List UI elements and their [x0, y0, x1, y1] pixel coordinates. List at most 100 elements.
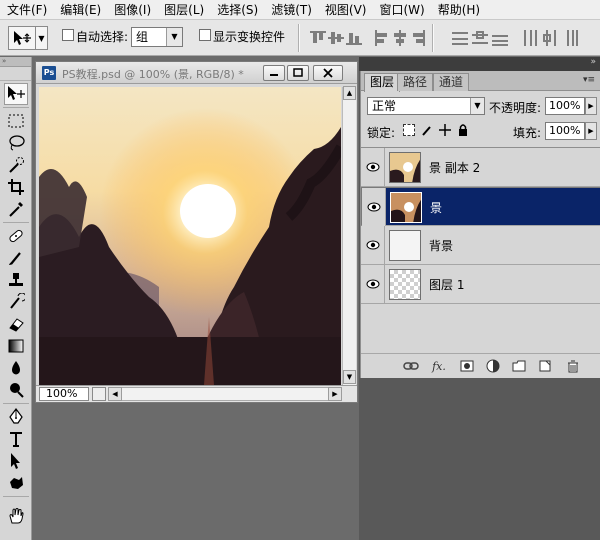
- align-vcenter-icon[interactable]: [328, 30, 344, 46]
- separator: [432, 24, 434, 52]
- dodge-tool-icon[interactable]: [4, 379, 28, 401]
- lock-all-icon[interactable]: [457, 124, 469, 136]
- distribute-top-icon[interactable]: [452, 30, 468, 46]
- distribute-hcenter-icon[interactable]: [542, 30, 558, 46]
- eyedropper-tool-icon[interactable]: [4, 198, 28, 220]
- image-canvas[interactable]: [39, 87, 341, 385]
- distribute-bottom-icon[interactable]: [492, 30, 508, 46]
- blend-mode-dropdown[interactable]: 正常 ▼: [367, 97, 485, 115]
- pen-tool-icon[interactable]: [4, 406, 28, 428]
- eye-icon[interactable]: [361, 148, 385, 186]
- lasso-tool-icon[interactable]: [4, 132, 28, 154]
- layer-thumbnail: [390, 192, 422, 223]
- marquee-tool-icon[interactable]: [4, 110, 28, 132]
- fill-input[interactable]: 100%: [545, 122, 585, 140]
- menu-image[interactable]: 图像(I): [107, 0, 157, 20]
- new-group-icon[interactable]: [511, 359, 527, 373]
- hand-tool-icon[interactable]: [4, 505, 28, 527]
- zoom-field[interactable]: 100%: [39, 387, 89, 401]
- layer-list: 景 副本 2 景 背景 图层 1: [361, 147, 600, 347]
- restore-button[interactable]: [287, 65, 309, 81]
- layer-row[interactable]: 图层 1: [361, 265, 600, 304]
- layer-row-selected[interactable]: 景: [361, 187, 600, 226]
- layer-name: 景: [430, 201, 443, 215]
- history-brush-tool-icon[interactable]: [4, 291, 28, 313]
- crop-tool-icon[interactable]: [4, 176, 28, 198]
- tab-channels[interactable]: 通道: [433, 73, 470, 91]
- lock-position-icon[interactable]: [439, 124, 451, 136]
- shape-tool-icon[interactable]: [4, 472, 28, 494]
- panel-menu-icon[interactable]: ▾≡: [583, 75, 597, 87]
- quick-select-tool-icon[interactable]: [4, 154, 28, 176]
- menu-view[interactable]: 视图(V): [318, 0, 373, 20]
- opacity-slider-button[interactable]: ▶: [585, 97, 597, 115]
- new-layer-icon[interactable]: [537, 359, 553, 373]
- menu-select[interactable]: 选择(S): [210, 0, 264, 20]
- path-select-tool-icon[interactable]: [4, 450, 28, 472]
- brush-tool-icon[interactable]: [4, 247, 28, 269]
- menu-filter[interactable]: 滤镜(T): [264, 0, 318, 20]
- layer-row[interactable]: 景 副本 2: [361, 148, 600, 187]
- layer-style-icon[interactable]: fx.: [431, 359, 447, 373]
- layer-mask-icon[interactable]: [459, 359, 475, 373]
- layer-name: 景 副本 2: [429, 161, 481, 175]
- auto-select-dropdown[interactable]: 组 ▼: [131, 27, 183, 47]
- adjustment-layer-icon[interactable]: [485, 359, 501, 373]
- align-bottom-icon[interactable]: [346, 30, 362, 46]
- panel-collapse-icon[interactable]: »: [590, 57, 596, 67]
- lock-pixels-icon[interactable]: [421, 124, 433, 136]
- healing-brush-tool-icon[interactable]: [4, 225, 28, 247]
- options-bar: ▼ 自动选择: 组 ▼ 显示变换控件: [0, 20, 600, 56]
- layer-row[interactable]: 背景: [361, 226, 600, 265]
- link-layers-icon[interactable]: [403, 359, 419, 373]
- close-button[interactable]: [313, 65, 343, 81]
- opacity-label: 不透明度:: [489, 101, 542, 115]
- delete-layer-icon[interactable]: [565, 359, 581, 373]
- type-tool-icon[interactable]: [4, 428, 28, 450]
- align-hcenter-icon[interactable]: [392, 30, 408, 46]
- layers-panel: 图层 路径 通道 ▾≡ 正常 ▼ 不透明度: 100% ▶ 锁定: 填充: 10…: [360, 71, 600, 378]
- photoshop-icon: Ps: [42, 66, 56, 80]
- lock-label: 锁定:: [367, 126, 396, 140]
- distribute-vcenter-icon[interactable]: [472, 30, 488, 46]
- tab-layers[interactable]: 图层: [364, 73, 401, 92]
- fill-slider-button[interactable]: ▶: [585, 122, 597, 140]
- menu-edit[interactable]: 编辑(E): [53, 0, 107, 20]
- gradient-tool-icon[interactable]: [4, 335, 28, 357]
- toolbox: »: [0, 57, 32, 540]
- status-info-icon[interactable]: [92, 387, 106, 401]
- eye-icon[interactable]: [361, 265, 385, 303]
- scroll-right-icon[interactable]: ▶: [328, 387, 342, 401]
- document-titlebar[interactable]: Ps PS教程.psd @ 100% (景, RGB/8) *: [36, 62, 357, 84]
- opacity-input[interactable]: 100%: [545, 97, 585, 115]
- blur-tool-icon[interactable]: [4, 357, 28, 379]
- toolbox-collapse-icon[interactable]: »: [0, 57, 31, 67]
- horizontal-scrollbar[interactable]: ◀ ▶: [108, 387, 342, 401]
- distribute-left-icon[interactable]: [522, 30, 538, 46]
- clone-stamp-tool-icon[interactable]: [4, 269, 28, 291]
- show-transform-checkbox[interactable]: [199, 29, 211, 41]
- scroll-down-icon[interactable]: ▼: [343, 370, 356, 384]
- align-left-icon[interactable]: [374, 30, 390, 46]
- eraser-tool-icon[interactable]: [4, 313, 28, 335]
- align-right-icon[interactable]: [410, 30, 426, 46]
- align-top-icon[interactable]: [310, 30, 326, 46]
- scroll-up-icon[interactable]: ▲: [343, 86, 356, 100]
- chevron-down-icon: ▼: [35, 27, 47, 49]
- menu-file[interactable]: 文件(F): [0, 0, 53, 20]
- eye-icon[interactable]: [361, 226, 385, 264]
- eye-icon[interactable]: [362, 188, 386, 226]
- distribute-right-icon[interactable]: [562, 30, 578, 46]
- move-tool-icon[interactable]: [4, 83, 28, 105]
- tab-paths[interactable]: 路径: [397, 73, 434, 91]
- auto-select-checkbox[interactable]: [62, 29, 74, 41]
- menu-window[interactable]: 窗口(W): [372, 0, 430, 20]
- lock-transparent-icon[interactable]: [403, 124, 415, 136]
- tool-preset-picker[interactable]: ▼: [8, 26, 48, 50]
- scroll-left-icon[interactable]: ◀: [108, 387, 122, 401]
- menu-help[interactable]: 帮助(H): [431, 0, 486, 20]
- vertical-scrollbar[interactable]: ▲ ▼: [342, 86, 356, 385]
- toolbox-grip[interactable]: [0, 67, 31, 81]
- menu-layer[interactable]: 图层(L): [157, 0, 210, 20]
- minimize-button[interactable]: [263, 65, 285, 81]
